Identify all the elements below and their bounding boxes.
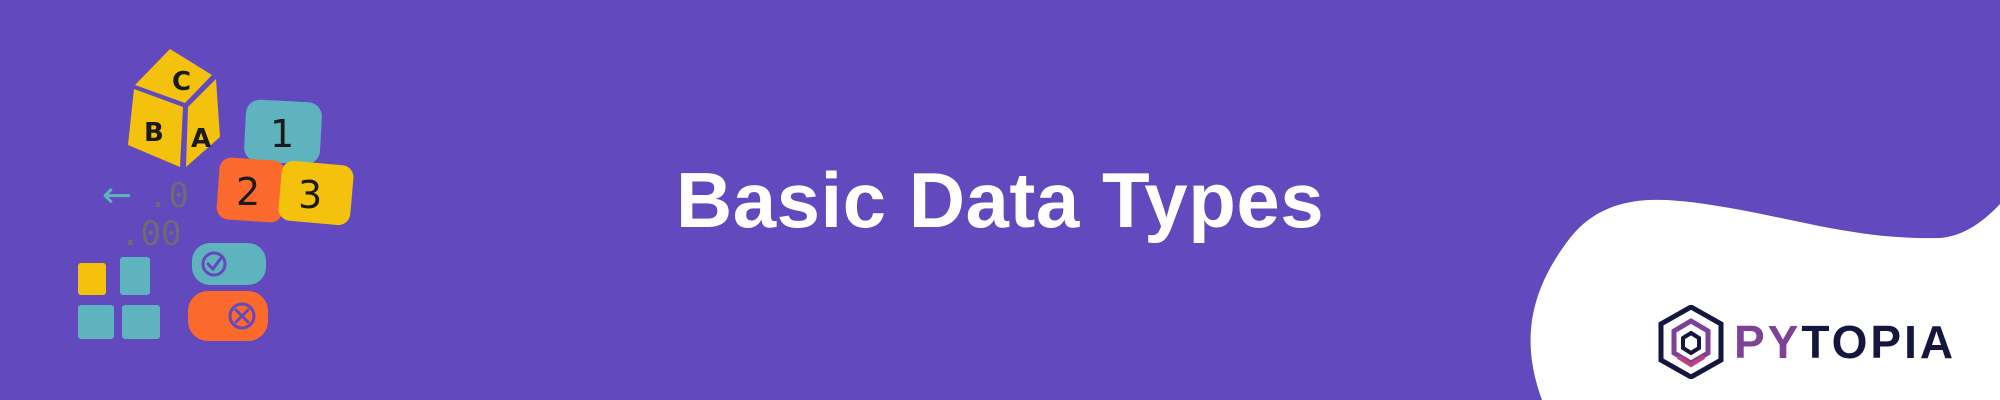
- brand-name-topia: TOPIA: [1801, 316, 1957, 368]
- grid-square: [78, 263, 106, 295]
- false-pill: [188, 291, 268, 341]
- grid-square: [120, 257, 150, 295]
- grid-square: [78, 305, 114, 339]
- brand-logo[interactable]: PY TOPIA: [1658, 305, 1956, 379]
- letter-c: C: [172, 67, 191, 97]
- brand-name-py: PY: [1734, 316, 1802, 368]
- grid-square: [122, 305, 160, 339]
- brand-name: PY TOPIA: [1734, 305, 1956, 379]
- banner: C B A 1 2 3 ← .0 .00 Basic Data Types PY…: [0, 0, 2000, 400]
- pytopia-hexagon-icon: [1658, 305, 1724, 379]
- letter-b: B: [144, 118, 164, 148]
- number-1: 1: [270, 112, 294, 156]
- letter-a: A: [191, 124, 211, 154]
